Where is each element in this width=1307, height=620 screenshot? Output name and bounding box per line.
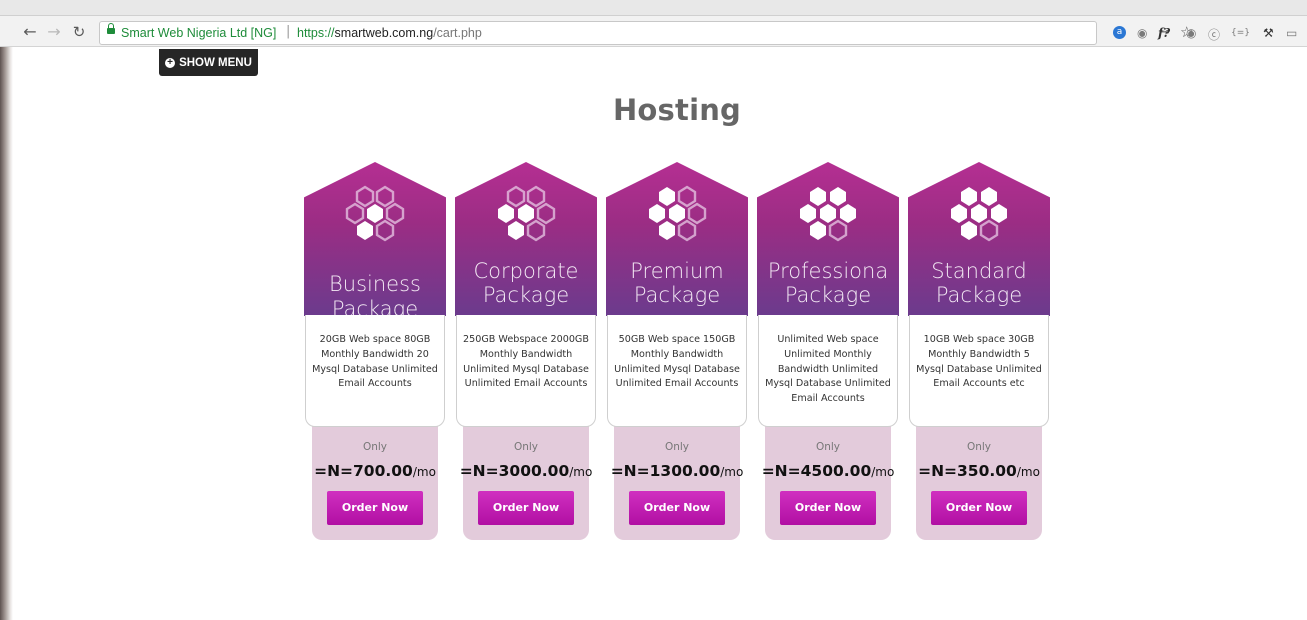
tools-icon[interactable]: ⚒ <box>1263 26 1274 40</box>
package-name-line2: Package <box>633 283 721 307</box>
price-period: /mo <box>871 465 895 479</box>
package-description: 50GB Web space 150GB Monthly Bandwidth U… <box>607 315 747 427</box>
package-card-professional: Professiona Package Unlimited Web space … <box>757 162 899 542</box>
only-label: Only <box>513 441 539 453</box>
plus-circle-icon: + <box>165 57 176 68</box>
cast-icon[interactable]: ▭ <box>1286 26 1297 40</box>
order-now-button[interactable]: Order Now <box>780 491 876 525</box>
tab-strip <box>0 0 1307 16</box>
forward-arrow-icon[interactable]: → <box>44 22 64 42</box>
reload-icon[interactable]: ↻ <box>69 22 89 42</box>
skype-icon[interactable]: ⓒ <box>1208 26 1220 43</box>
price-period: /mo <box>1016 465 1040 479</box>
url-separator: | <box>286 24 291 39</box>
url-path: /cart.php <box>433 26 482 40</box>
site-identity[interactable]: Smart Web Nigeria Ltd [NG] <box>121 26 276 40</box>
package-description: 20GB Web space 80GB Monthly Bandwidth 20… <box>305 315 445 427</box>
camera-icon[interactable]: ◉ <box>1137 26 1147 40</box>
package-name-line1: Business <box>329 272 421 296</box>
price-amount: =N=3000.00 <box>459 462 570 480</box>
hexagon-cluster-icon <box>800 187 856 242</box>
package-card-premium: Premium Package 50GB Web space 150GB Mon… <box>606 162 748 542</box>
package-price: =N=1300.00/mo <box>606 461 748 480</box>
back-arrow-icon[interactable]: ← <box>20 22 40 42</box>
hexagon-cluster-icon <box>498 185 556 242</box>
price-amount: =N=1300.00 <box>610 462 721 480</box>
order-now-button[interactable]: Order Now <box>478 491 574 525</box>
order-now-button[interactable]: Order Now <box>629 491 725 525</box>
braces-icon[interactable]: {=} <box>1231 28 1250 38</box>
package-name-line2: Package <box>784 283 872 307</box>
price-amount: =N=4500.00 <box>761 462 872 480</box>
package-price: =N=4500.00/mo <box>757 461 899 480</box>
package-header: Business Package <box>304 162 446 321</box>
order-now-button[interactable]: Order Now <box>327 491 423 525</box>
package-description: 250GB Webspace 2000GB Monthly Bandwidth … <box>456 315 596 427</box>
page-title: Hosting <box>612 93 742 127</box>
price-amount: =N=350.00 <box>918 462 1017 480</box>
package-name-line2: Package <box>935 283 1023 307</box>
price-period: /mo <box>412 465 436 479</box>
hexagon-cluster-icon <box>345 185 405 242</box>
extension-a-icon[interactable]: a <box>1113 26 1126 39</box>
package-description: 10GB Web space 30GB Monthly Bandwidth 5 … <box>909 315 1049 427</box>
speech-bubble-icon[interactable]: ◉ <box>1186 26 1196 40</box>
package-card-business: Business Package 20GB Web space 80GB Mon… <box>304 162 446 542</box>
browser-toolbar: ← → ↻ Smart Web Nigeria Ltd [NG] | https… <box>0 0 1307 47</box>
only-label: Only <box>664 441 690 453</box>
url-scheme: https:// <box>297 26 335 40</box>
only-label: Only <box>966 441 992 453</box>
font-f-icon[interactable]: f? <box>1158 26 1170 40</box>
lock-icon <box>107 23 115 34</box>
package-card-corporate: Corporate Package 250GB Webspace 2000GB … <box>455 162 597 542</box>
package-name-line1: Standard <box>931 259 1027 283</box>
price-period: /mo <box>720 465 744 479</box>
package-header: Professiona Package <box>757 162 899 316</box>
order-now-button[interactable]: Order Now <box>931 491 1027 525</box>
show-menu-label: SHOW MENU <box>179 56 252 69</box>
package-card-standard: Standard Package 10GB Web space 30GB Mon… <box>908 162 1050 542</box>
window-edge-background <box>0 47 13 620</box>
url-text[interactable]: https://smartweb.com.ng/cart.php <box>297 26 482 40</box>
package-name-line1: Premium <box>630 259 724 283</box>
package-price: =N=700.00/mo <box>304 461 446 480</box>
package-name-line1: Professiona <box>767 259 889 283</box>
show-menu-button[interactable]: + SHOW MENU <box>159 49 258 76</box>
package-header: Standard Package <box>908 162 1050 316</box>
url-host: smartweb.com.ng <box>334 26 434 40</box>
price-amount: =N=700.00 <box>314 462 413 480</box>
package-header: Corporate Package <box>455 162 597 316</box>
package-description: Unlimited Web space Unlimited Monthly Ba… <box>758 315 898 427</box>
package-price: =N=3000.00/mo <box>455 461 597 480</box>
hexagon-cluster-icon <box>951 187 1007 242</box>
address-bar[interactable]: Smart Web Nigeria Ltd [NG] | https://sma… <box>99 21 1193 45</box>
package-name-line2: Package <box>482 283 570 307</box>
package-price: =N=350.00/mo <box>908 461 1050 480</box>
hexagon-cluster-icon <box>649 185 707 242</box>
package-header: Premium Package <box>606 162 748 316</box>
only-label: Only <box>362 441 388 453</box>
only-label: Only <box>815 441 841 453</box>
package-name-line1: Corporate <box>473 259 579 283</box>
price-period: /mo <box>569 465 593 479</box>
